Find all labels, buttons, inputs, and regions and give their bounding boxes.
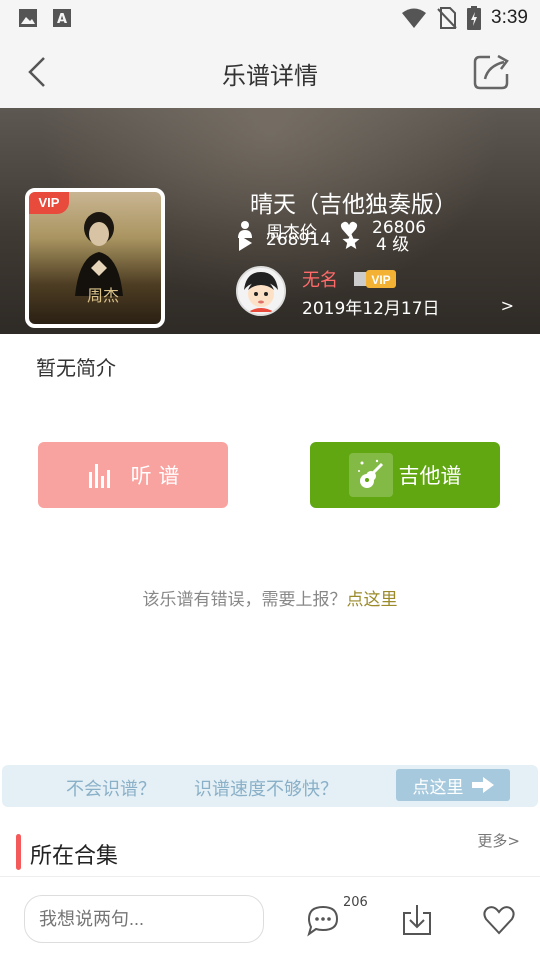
- more-link[interactable]: 更多>: [477, 830, 520, 851]
- upload-date: 2019年12月17日: [302, 299, 440, 319]
- uploader-avatar[interactable]: [236, 266, 286, 316]
- report-error: 该乐谱有错误，需要上报？点这里: [0, 585, 540, 610]
- listen-button-label: 听 谱: [130, 464, 180, 488]
- font-icon: A: [53, 9, 71, 27]
- chevron-right-icon[interactable]: >: [501, 296, 514, 315]
- cover-text: 周杰: [87, 286, 120, 305]
- song-cover: VIP 周杰: [25, 188, 165, 328]
- promo-button[interactable]: 点这里: [396, 769, 510, 801]
- arrow-right-icon: [471, 777, 494, 793]
- guitar-icon: [357, 459, 383, 488]
- collection-title: 所在合集: [30, 844, 119, 869]
- svg-text:A: A: [57, 12, 67, 27]
- wifi-icon: [402, 8, 427, 28]
- guitar-tab-button-label: 吉他谱: [398, 464, 462, 488]
- guitar-tab-button[interactable]: 吉他谱: [310, 442, 500, 508]
- listen-button[interactable]: 听 谱: [38, 442, 228, 508]
- promo-banner: 不会识谱？ 识谱速度不够快？ 点这里: [2, 765, 538, 807]
- page-title: 乐谱详情: [222, 62, 318, 90]
- vip-badge: VIP: [29, 192, 69, 214]
- guitar-icon-box: [348, 453, 393, 497]
- vip-icon-label: VIP: [371, 273, 390, 287]
- view-count: 268914: [266, 230, 331, 250]
- equalizer-icon: [88, 464, 110, 488]
- vip-icon: VIP: [354, 270, 396, 288]
- no-sim-icon: [437, 7, 457, 29]
- song-title: 晴天（吉他独奏版）: [250, 192, 457, 218]
- comment-input[interactable]: [24, 895, 264, 943]
- uploader-name[interactable]: 无名: [302, 266, 338, 292]
- like-icon[interactable]: [482, 903, 516, 937]
- image-icon: [19, 9, 37, 27]
- song-intro: 暂无简介: [36, 356, 116, 380]
- play-icon: [239, 235, 252, 251]
- clock: 3:39: [491, 7, 528, 28]
- bottom-bar: 206: [0, 876, 540, 960]
- comment-count: 206: [343, 895, 368, 910]
- promo-button-label: 点这里: [412, 777, 464, 798]
- report-text: 该乐谱有错误，需要上报？: [142, 590, 347, 610]
- status-bar: A 3:39: [0, 0, 540, 36]
- star-icon: [342, 233, 360, 249]
- difficulty-level: 4 级: [376, 235, 410, 255]
- song-header: VIP 周杰 晴天（吉他独奏版） 周杰伦 26806 268914 4 级 无名: [0, 108, 540, 334]
- battery-icon: [467, 6, 482, 30]
- promo-text-2: 识谱速度不够快？: [194, 779, 338, 800]
- report-link[interactable]: 点这里: [347, 590, 398, 610]
- share-icon[interactable]: [472, 52, 512, 92]
- download-icon[interactable]: [400, 903, 434, 937]
- top-bar: 乐谱详情: [0, 36, 540, 108]
- promo-text-1: 不会识谱？: [66, 779, 156, 800]
- section-accent: [16, 834, 21, 870]
- comment-icon[interactable]: [306, 903, 340, 937]
